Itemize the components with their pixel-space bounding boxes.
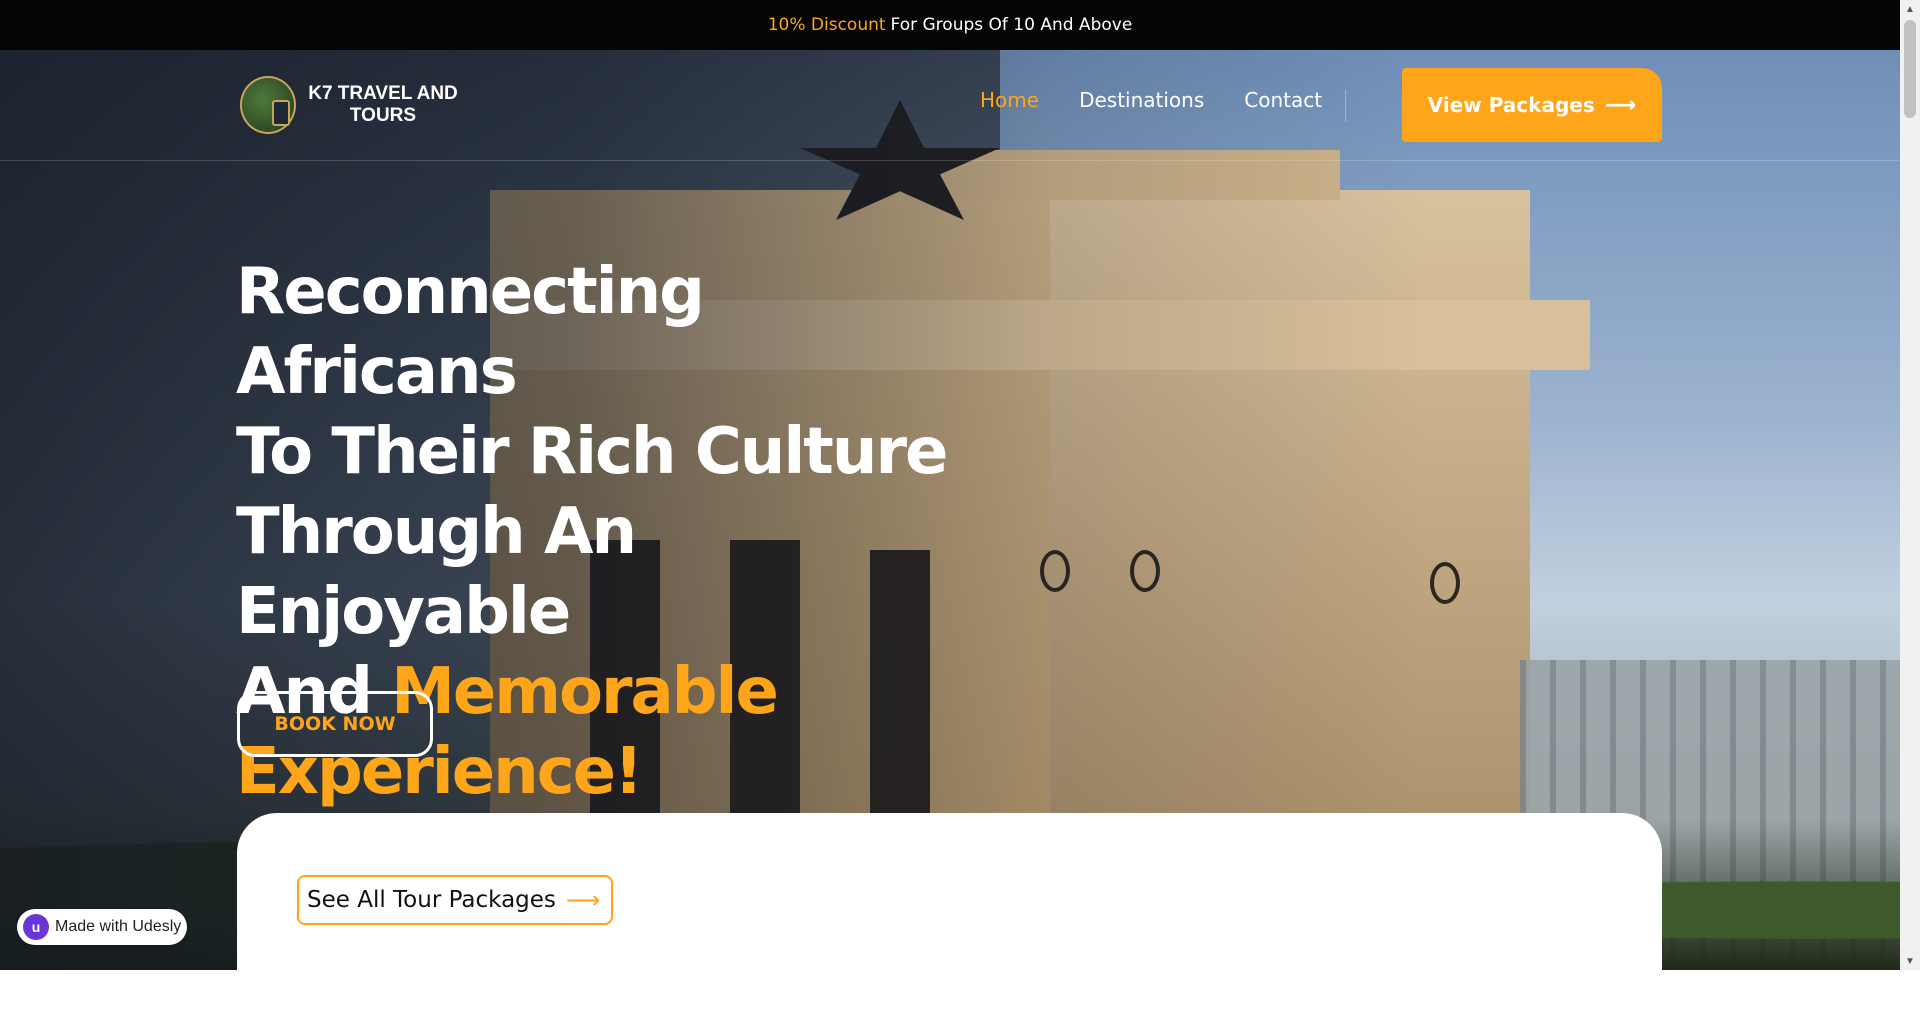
view-packages-button[interactable]: View Packages ⟶ <box>1402 68 1662 142</box>
headline-line: Through An Enjoyable <box>236 495 637 649</box>
nav-divider <box>1345 90 1346 122</box>
scroll-up-icon[interactable]: ▲ <box>1900 0 1920 18</box>
made-with-udesly-badge[interactable]: u Made with Udesly <box>17 909 187 945</box>
headline-accent: Memorable <box>391 655 779 729</box>
scroll-down-icon[interactable]: ▼ <box>1900 952 1920 970</box>
promo-bar: 10% Discount For Groups Of 10 And Above <box>0 0 1900 50</box>
book-now-button[interactable]: BOOK NOW <box>237 691 433 757</box>
nav-destinations[interactable]: Destinations <box>1079 88 1204 112</box>
packages-card: See All Tour Packages ⟶ <box>237 813 1662 1013</box>
see-all-packages-button[interactable]: See All Tour Packages ⟶ <box>297 875 613 925</box>
promo-text: For Groups Of 10 And Above <box>890 15 1133 35</box>
nav-contact[interactable]: Contact <box>1244 88 1322 112</box>
page-scrollbar[interactable]: ▲ ▼ <box>1900 0 1920 970</box>
arrow-right-icon: ⟶ <box>565 886 601 914</box>
promo-discount: 10% Discount <box>767 15 886 35</box>
headline-line: Reconnecting Africans <box>236 255 705 409</box>
arrow-right-icon: ⟶ <box>1604 92 1637 118</box>
nav-home[interactable]: Home <box>980 88 1039 112</box>
headline-line: To Their Rich Culture <box>236 415 948 489</box>
site-logo[interactable]: K7 TRAVEL AND TOURS <box>240 76 458 134</box>
suitcase-icon <box>272 100 290 126</box>
see-all-label: See All Tour Packages <box>307 887 556 913</box>
udesly-logo-icon: u <box>23 914 49 940</box>
view-packages-label: View Packages <box>1427 93 1595 117</box>
badge-label: Made with Udesly <box>55 918 182 935</box>
scroll-thumb[interactable] <box>1904 20 1916 118</box>
globe-icon <box>240 76 296 134</box>
main-nav: Home Destinations Contact <box>980 88 1362 112</box>
logo-text: K7 TRAVEL AND TOURS <box>308 83 458 126</box>
site-header: K7 TRAVEL AND TOURS Home Destinations Co… <box>0 50 1900 161</box>
